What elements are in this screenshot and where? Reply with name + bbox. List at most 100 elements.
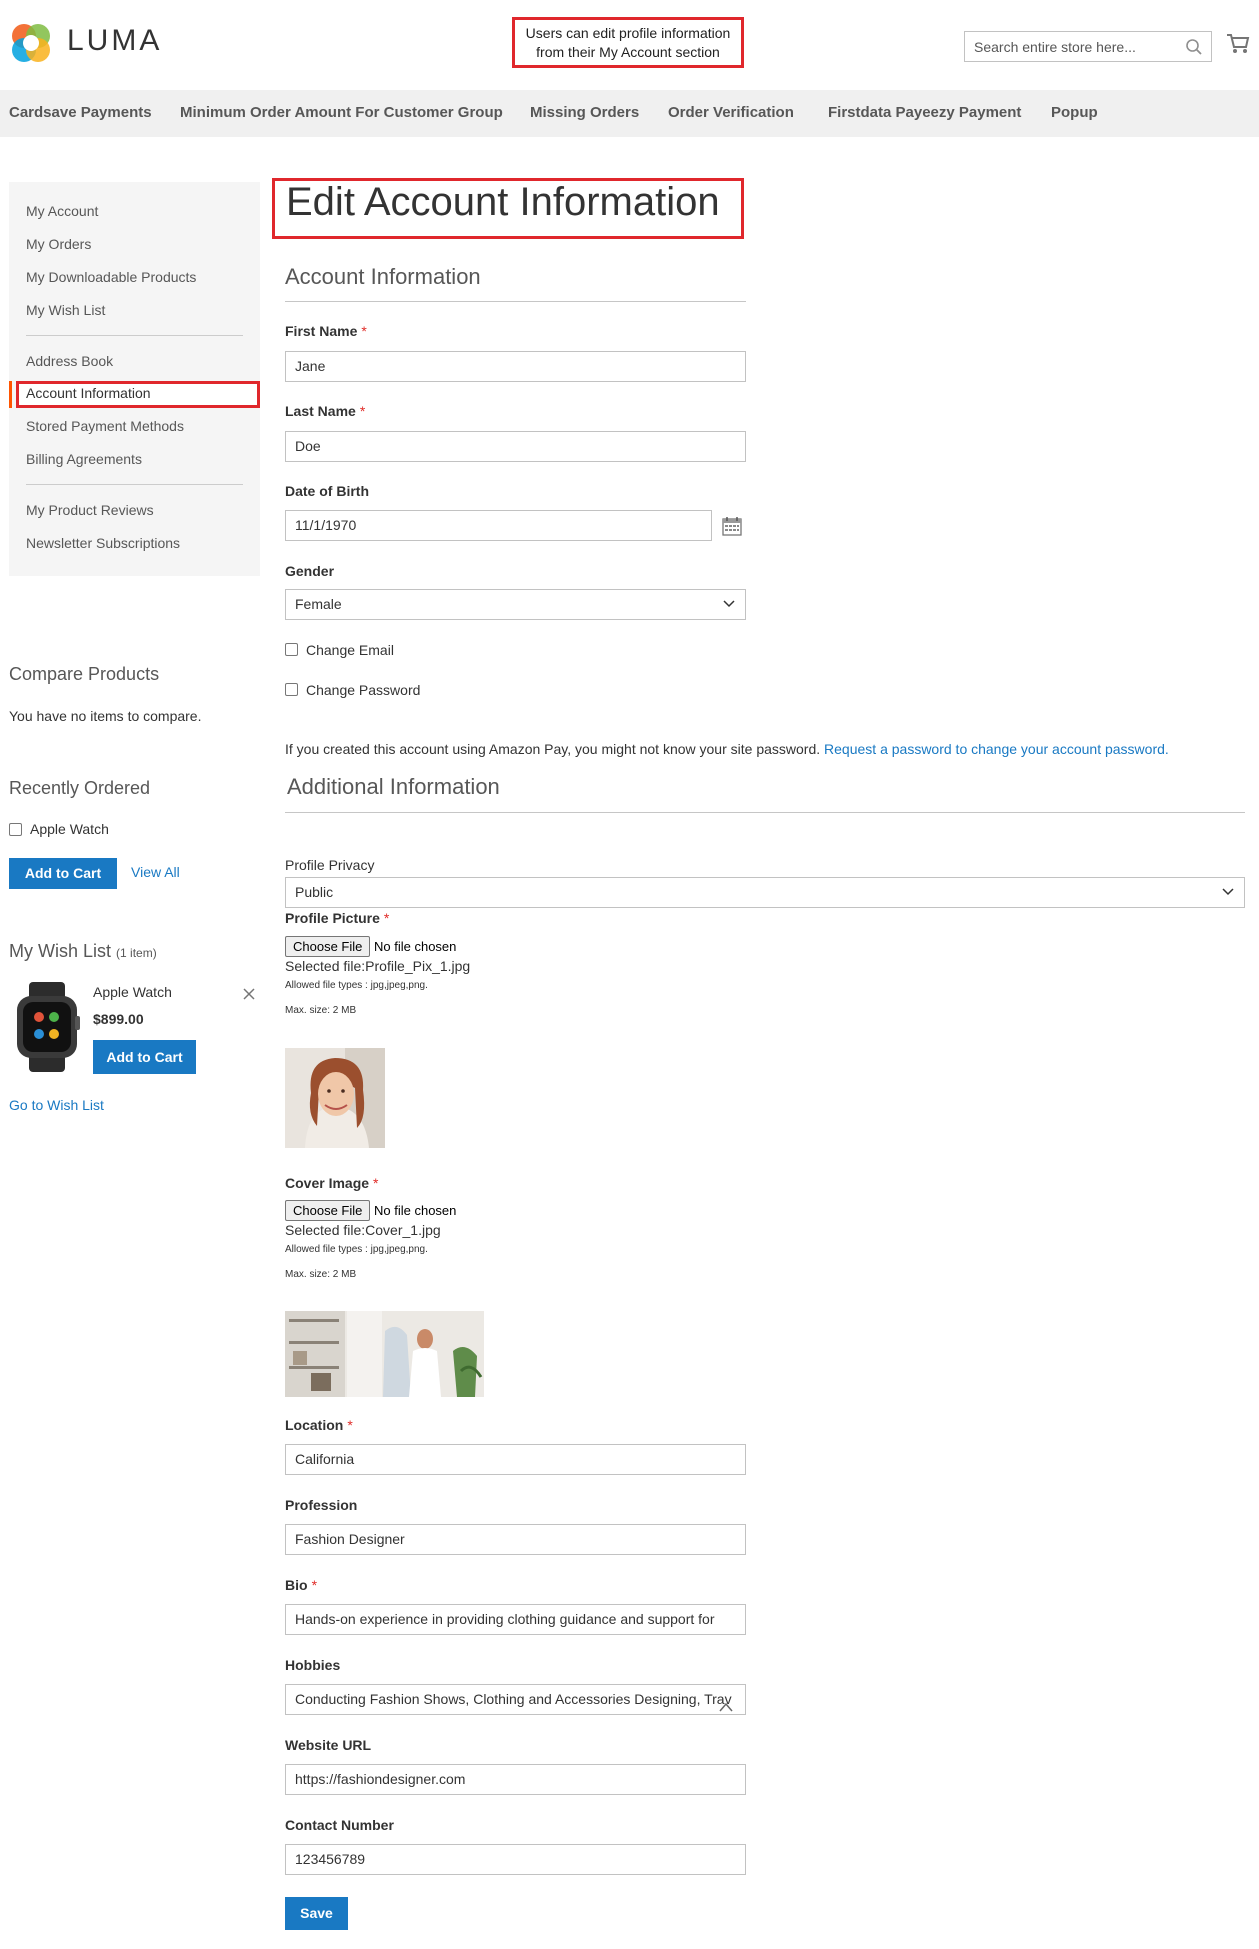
profile-picture-no-file-text: No file chosen [374, 939, 457, 954]
bio-field[interactable]: Hands-on experience in providing clothin… [285, 1604, 746, 1635]
cover-image-choose-file-button[interactable]: Choose File [285, 1200, 371, 1221]
site-header: LUMA Users can edit profile information … [0, 0, 1259, 90]
sidebar-item-newsletter[interactable]: Newsletter Subscriptions [26, 535, 180, 551]
sidebar-item-address-book[interactable]: Address Book [26, 353, 113, 369]
save-button[interactable]: Save [285, 1897, 348, 1930]
go-to-wishlist-link[interactable]: Go to Wish List [9, 1097, 104, 1113]
website-label: Website URL [285, 1737, 372, 1753]
cover-image-allowed-types: Allowed file types : jpg,jpeg,png. [285, 1244, 428, 1255]
last-name-field[interactable]: Doe [285, 431, 746, 462]
sidebar-divider [26, 484, 243, 485]
recent-add-to-cart-button[interactable]: Add to Cart [9, 858, 117, 889]
required-mark: * [361, 323, 367, 339]
sidebar-item-wish-list[interactable]: My Wish List [26, 302, 105, 318]
request-password-link[interactable]: Request a password to change your accoun… [824, 741, 1169, 757]
calendar-icon[interactable] [722, 516, 742, 536]
required-mark: * [383, 910, 390, 926]
callout-line-2: from their My Account section [536, 44, 720, 60]
search-input[interactable] [965, 32, 1175, 61]
contact-label: Contact Number [285, 1817, 394, 1833]
cover-image-no-file-text: No file chosen [374, 1203, 457, 1218]
wishlist-title: My Wish List (1 item) [9, 941, 157, 962]
required-mark: * [373, 1175, 379, 1191]
profile-picture-selected-file: Selected file:Profile_Pix_1.jpg [285, 958, 471, 974]
recent-item-name[interactable]: Apple Watch [30, 821, 109, 837]
change-email-label[interactable]: Change Email [306, 642, 394, 658]
last-name-label-text: Last Name [285, 403, 356, 419]
nav-item-min-order[interactable]: Minimum Order Amount For Customer Group [180, 104, 503, 121]
website-field[interactable]: https://fashiondesigner.com [285, 1764, 746, 1795]
cover-image-preview [285, 1311, 484, 1397]
sidebar-divider [26, 335, 243, 336]
change-password-checkbox[interactable] [285, 683, 298, 696]
profession-field[interactable]: Fashion Designer [285, 1524, 746, 1555]
location-label-text: Location [285, 1417, 344, 1433]
amazon-pay-note: If you created this account using Amazon… [285, 741, 1169, 757]
wishlist-add-to-cart-button[interactable]: Add to Cart [93, 1040, 196, 1074]
nav-item-missing-orders[interactable]: Missing Orders [530, 104, 639, 121]
apple-watch-thumbnail[interactable] [9, 982, 84, 1072]
required-mark: * [311, 1577, 318, 1593]
dob-label: Date of Birth [285, 483, 369, 499]
bio-label-text: Bio [285, 1577, 308, 1593]
recently-ordered-title: Recently Ordered [9, 778, 151, 798]
first-name-label: First Name * [285, 323, 367, 339]
logo-text[interactable]: LUMA [67, 24, 162, 58]
required-mark: * [347, 1417, 353, 1433]
sidebar-item-downloadable[interactable]: My Downloadable Products [26, 269, 196, 285]
gender-select[interactable]: Female [285, 589, 746, 620]
wishlist-item-price: $899.00 [93, 1011, 144, 1027]
wishlist-item-name[interactable]: Apple Watch [93, 984, 172, 1000]
close-icon[interactable] [243, 988, 255, 1000]
first-name-field[interactable]: Jane [285, 351, 746, 382]
change-password-label[interactable]: Change Password [306, 682, 420, 698]
cart-icon[interactable] [1226, 33, 1250, 55]
first-name-label-text: First Name [285, 323, 358, 339]
profile-privacy-label: Profile Privacy [285, 857, 375, 873]
sidebar-item-account-information[interactable]: Account Information [26, 385, 151, 401]
account-info-legend: Account Information [285, 264, 481, 289]
hobbies-label: Hobbies [285, 1657, 341, 1673]
change-email-checkbox[interactable] [285, 643, 298, 656]
profession-label: Profession [285, 1497, 358, 1513]
section-divider [285, 812, 1245, 813]
nav-item-popup[interactable]: Popup [1051, 104, 1098, 121]
sidebar-item-my-orders[interactable]: My Orders [26, 236, 91, 252]
recent-item-checkbox[interactable] [9, 823, 22, 836]
profile-picture-allowed-types: Allowed file types : jpg,jpeg,png. [285, 980, 428, 991]
sidebar-item-product-reviews[interactable]: My Product Reviews [26, 502, 154, 518]
last-name-label: Last Name * [285, 403, 365, 419]
nav-item-order-verification[interactable]: Order Verification [668, 104, 794, 121]
required-mark: * [359, 403, 366, 419]
sidebar-item-payment-methods[interactable]: Stored Payment Methods [26, 418, 184, 434]
sidebar-item-my-account[interactable]: My Account [26, 203, 98, 219]
profile-picture-choose-file-button[interactable]: Choose File [285, 936, 371, 957]
location-field[interactable]: California [285, 1444, 746, 1475]
contact-field[interactable]: 123456789 [285, 1844, 746, 1875]
resize-handle-icon[interactable] [718, 1699, 734, 1713]
profile-privacy-value: Public [295, 884, 334, 900]
profile-picture-label-text: Profile Picture [285, 910, 380, 926]
nav-item-firstdata[interactable]: Firstdata Payeezy Payment [828, 104, 1021, 121]
luma-logo-icon[interactable] [8, 20, 54, 66]
gender-value: Female [295, 596, 342, 612]
account-sidebar-nav: My Account My Orders My Downloadable Pro… [9, 182, 260, 576]
compare-empty-text: You have no items to compare. [9, 708, 202, 724]
search-icon[interactable] [1185, 38, 1203, 56]
hobbies-field[interactable]: Conducting Fashion Shows, Clothing and A… [285, 1684, 746, 1715]
bio-label: Bio * [285, 1577, 317, 1593]
dob-field[interactable]: 11/1/1970 [285, 510, 712, 541]
page-title: Edit Account Information [286, 180, 720, 224]
cover-image-label: Cover Image * [285, 1175, 379, 1191]
compare-title: Compare Products [9, 664, 160, 684]
nav-item-cardsave[interactable]: Cardsave Payments [9, 104, 152, 121]
profile-privacy-select[interactable]: Public [285, 877, 1245, 908]
profile-picture-label: Profile Picture * [285, 910, 389, 926]
chevron-down-icon [1222, 888, 1234, 896]
annotation-callout: Users can edit profile information from … [512, 17, 744, 68]
sidebar-item-billing-agreements[interactable]: Billing Agreements [26, 451, 142, 467]
recent-view-all-link[interactable]: View All [131, 864, 180, 880]
active-indicator [9, 381, 12, 408]
top-navigation: Cardsave Payments Minimum Order Amount F… [0, 90, 1259, 137]
cover-image-max-size: Max. size: 2 MB [285, 1269, 357, 1280]
